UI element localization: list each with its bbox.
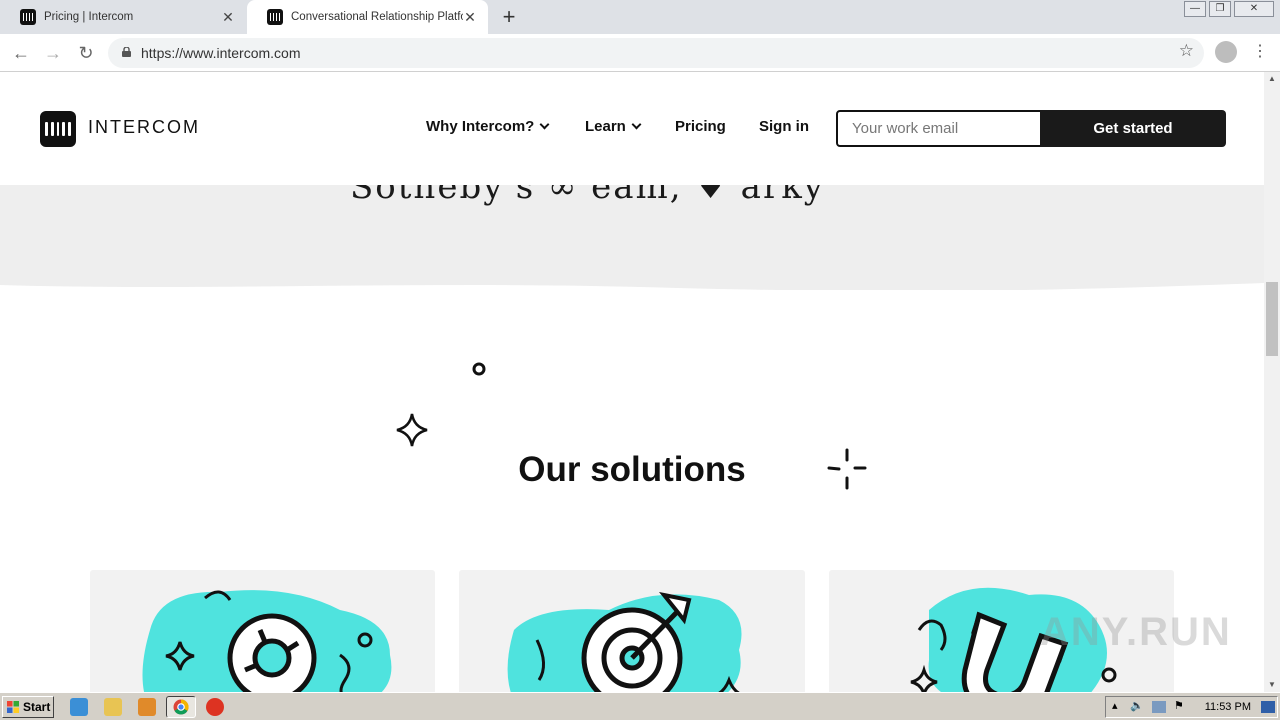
wave-divider [0, 283, 1264, 301]
chrome-taskbar-button[interactable] [166, 696, 196, 718]
intercom-favicon-icon [20, 9, 36, 25]
page-viewport: Sotheby's ∞ eam, ♦ arky INTERCOM Why Int… [0, 72, 1264, 692]
close-icon[interactable]: ✕ [220, 9, 236, 25]
nav-learn[interactable]: Learn [585, 118, 642, 135]
bookmark-star-icon[interactable]: ☆ [1179, 41, 1194, 61]
scroll-down-arrow-icon[interactable]: ▼ [1264, 678, 1280, 692]
show-desktop-icon[interactable] [1261, 701, 1275, 713]
reload-button[interactable]: ↻ [73, 40, 99, 66]
lifebuoy-illustration-icon [142, 590, 392, 692]
start-button[interactable]: Start [2, 696, 54, 718]
scroll-up-arrow-icon[interactable]: ▲ [1264, 72, 1280, 86]
section-title: Our solutions [518, 450, 746, 489]
chevron-down-icon [539, 119, 550, 130]
flag-icon[interactable]: ⚑ [1174, 699, 1184, 712]
tab-title: Pricing | Intercom [44, 11, 134, 23]
work-email-input[interactable] [838, 112, 1040, 145]
nav-pricing[interactable]: Pricing [675, 118, 726, 135]
windows-logo-icon [7, 701, 19, 713]
tab-pricing[interactable]: Pricing | Intercom ✕ [0, 0, 246, 34]
solution-card-engage[interactable] [459, 570, 805, 692]
back-button[interactable]: ← [8, 40, 34, 66]
nav-why-intercom[interactable]: Why Intercom? [426, 118, 550, 135]
scroll-thumb[interactable] [1266, 282, 1278, 356]
minimize-window-button[interactable]: — [1184, 1, 1206, 17]
internet-explorer-icon[interactable] [70, 698, 88, 716]
tray-expand-icon[interactable]: ▴ [1112, 699, 1118, 712]
chrome-icon [173, 699, 189, 715]
file-explorer-icon[interactable] [104, 698, 122, 716]
close-icon[interactable]: ✕ [462, 9, 478, 25]
anyrun-watermark: ANY.RUN [1040, 610, 1232, 654]
nav-why-label: Why Intercom? [426, 118, 535, 135]
system-tray: ▴ 🔈 ⚑ 11:53 PM [1105, 696, 1278, 718]
intercom-logo-icon[interactable] [40, 111, 76, 147]
media-player-icon[interactable] [138, 698, 156, 716]
page-scrollbar[interactable]: ▲ ▼ [1264, 72, 1280, 692]
volume-icon[interactable]: 🔈 [1130, 699, 1144, 712]
url-text: https://www.intercom.com [141, 45, 301, 61]
solution-card-support[interactable] [90, 570, 435, 692]
taskbar-clock[interactable]: 11:53 PM [1205, 701, 1251, 713]
forward-button[interactable]: → [40, 40, 66, 66]
sparkle-icon [396, 413, 428, 447]
nav-sign-in[interactable]: Sign in [759, 118, 809, 135]
tab-title: Conversational Relationship Platform [291, 11, 463, 23]
circle-doodle-icon [472, 362, 486, 376]
network-icon[interactable] [1152, 701, 1166, 713]
site-header: INTERCOM Why Intercom? Learn Pricing Sig… [0, 72, 1264, 185]
windows-taskbar: Start ▴ 🔈 ⚑ 11:53 PM [0, 692, 1280, 720]
logo-wordmark[interactable]: INTERCOM [88, 117, 200, 138]
close-window-button[interactable]: ✕ [1234, 1, 1274, 17]
browser-tab-strip: Pricing | Intercom ✕ Conversational Rela… [0, 0, 1280, 34]
browser-menu-icon[interactable]: ⋮ [1252, 40, 1268, 64]
new-tab-button[interactable]: + [498, 4, 520, 30]
start-label: Start [23, 700, 51, 714]
lock-icon [122, 47, 131, 57]
chevron-down-icon [631, 119, 642, 130]
address-bar[interactable]: https://www.intercom.com ☆ [108, 38, 1204, 68]
security-alert-icon[interactable] [206, 698, 224, 716]
target-illustration-icon [507, 591, 742, 692]
profile-avatar[interactable] [1215, 41, 1237, 63]
signup-form: Get started [836, 110, 1226, 147]
tab-intercom-home[interactable]: Conversational Relationship Platform ✕ [247, 0, 488, 34]
intercom-favicon-icon [267, 9, 283, 25]
browser-toolbar: ← → ↻ https://www.intercom.com ☆ ⋮ [0, 34, 1280, 72]
nav-learn-label: Learn [585, 118, 626, 135]
restore-window-button[interactable]: ❐ [1209, 1, 1231, 17]
get-started-button[interactable]: Get started [1040, 110, 1226, 147]
